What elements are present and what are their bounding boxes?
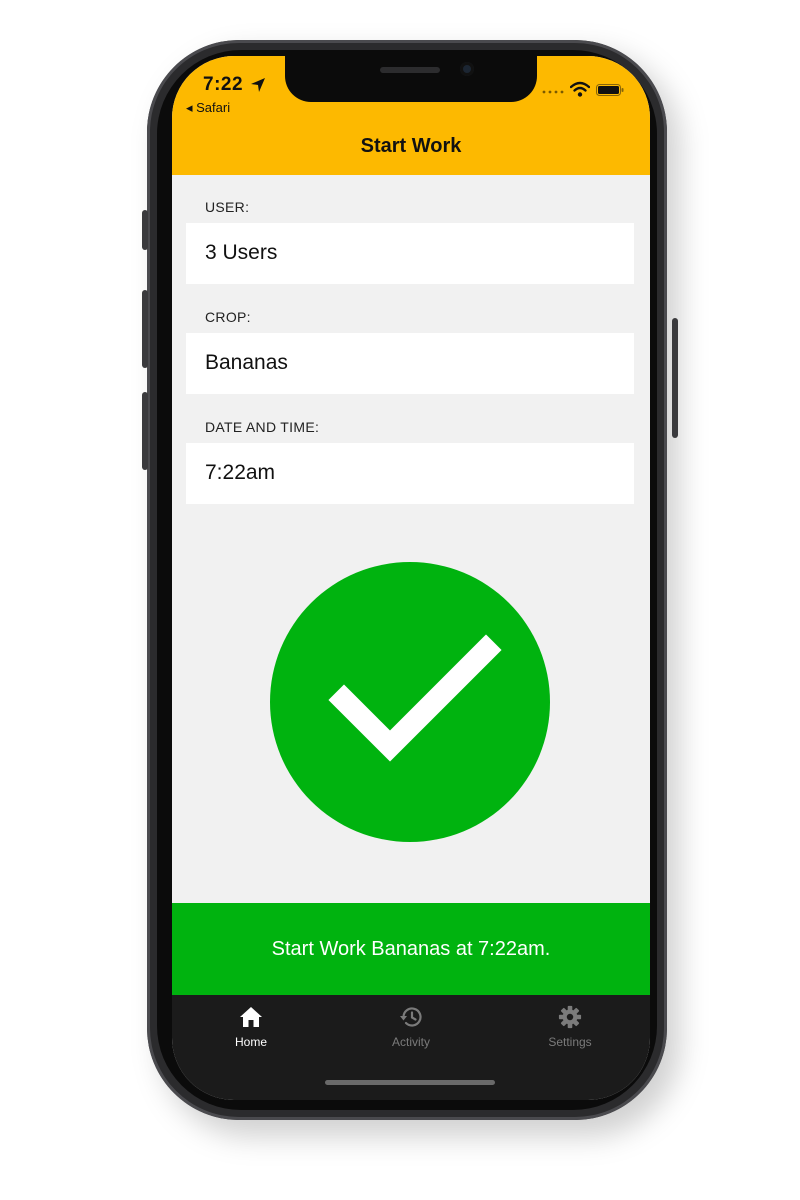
app-screen: 7:22 ◂ Safari Start Work USER: 3 Users C…	[172, 56, 650, 1100]
signal-icon	[542, 90, 564, 94]
user-value: 3 Users	[205, 241, 278, 264]
status-time: 7:22	[203, 74, 244, 95]
history-icon	[400, 1007, 422, 1027]
header-bar: 7:22 ◂ Safari Start Work	[172, 56, 650, 175]
front-camera	[460, 62, 474, 76]
datetime-label: DATE AND TIME:	[205, 419, 320, 435]
tab-settings-label: Settings	[548, 1035, 592, 1049]
tab-activity[interactable]: Activity	[351, 1005, 471, 1065]
power-button	[672, 318, 678, 438]
tab-bar: Home Activity Settings	[172, 995, 650, 1100]
crop-label: CROP:	[205, 309, 251, 325]
confirmation-text: Start Work Bananas at 7:22am.	[271, 937, 551, 960]
home-icon	[240, 1007, 262, 1027]
page-title: Start Work	[360, 135, 462, 157]
tab-home-label: Home	[234, 1035, 267, 1049]
silent-switch	[142, 210, 148, 250]
user-label: USER:	[205, 199, 250, 215]
tab-settings[interactable]: Settings	[510, 1005, 630, 1065]
notch	[285, 56, 537, 102]
wifi-icon	[570, 81, 590, 97]
checkmark-circle-icon[interactable]	[270, 562, 550, 842]
datetime-value: 7:22am	[205, 461, 276, 484]
datetime-field[interactable]: 7:22am	[186, 443, 634, 504]
tab-home[interactable]: Home	[191, 1005, 311, 1065]
crop-value: Bananas	[205, 351, 288, 374]
location-arrow-icon	[251, 78, 265, 92]
home-indicator	[325, 1080, 495, 1085]
battery-icon	[596, 84, 624, 96]
user-field[interactable]: 3 Users	[186, 223, 634, 284]
tab-activity-label: Activity	[391, 1035, 430, 1049]
confirmation-banner[interactable]: Start Work Bananas at 7:22am.	[172, 903, 650, 995]
crop-field[interactable]: Bananas	[186, 333, 634, 394]
speaker-grille	[380, 67, 440, 73]
back-to-safari-link[interactable]: ◂ Safari	[186, 100, 230, 116]
volume-down-button	[142, 392, 148, 470]
gear-icon	[558, 1005, 582, 1029]
volume-up-button	[142, 290, 148, 368]
